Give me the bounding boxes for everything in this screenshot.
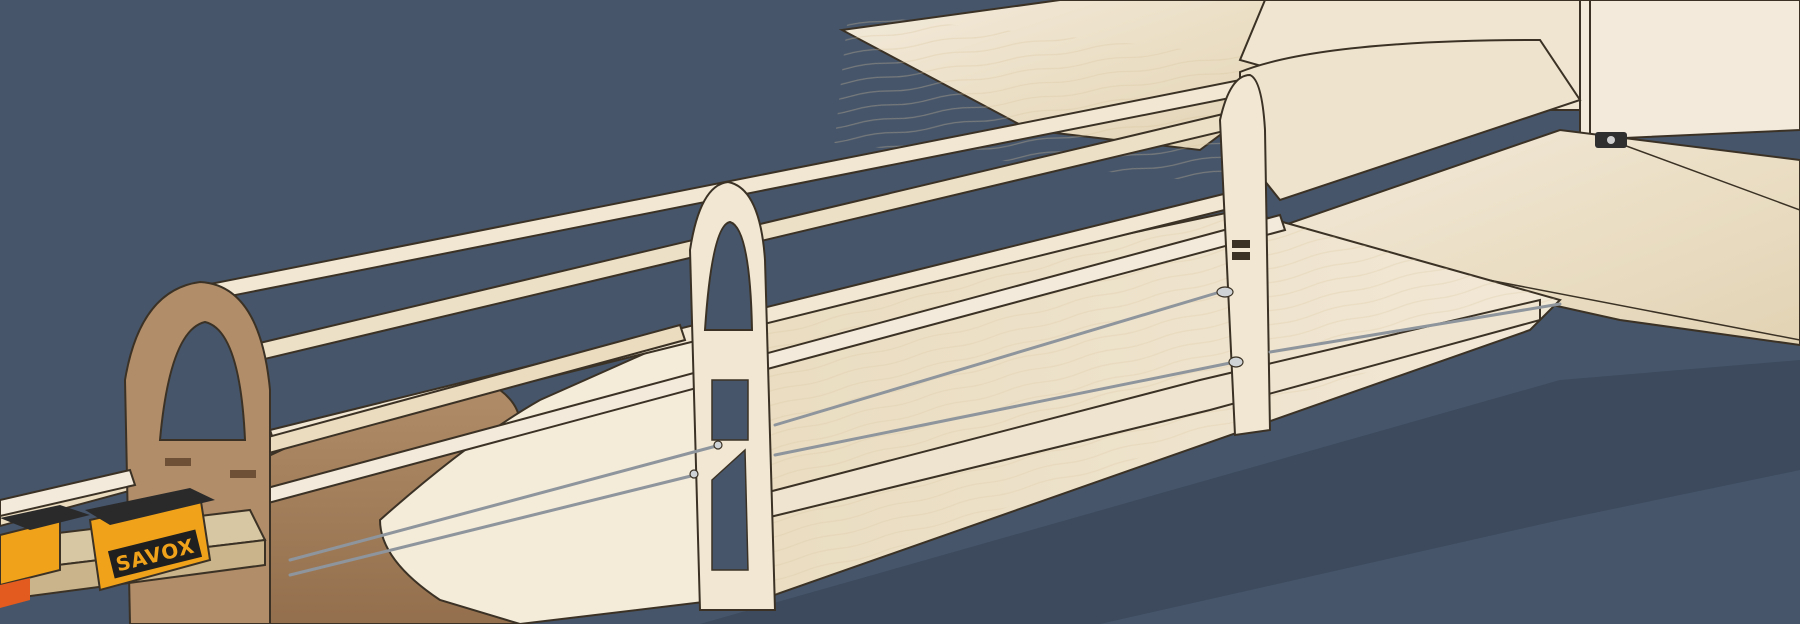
rudder-panel — [1579, 0, 1800, 142]
former-middle — [688, 180, 777, 611]
control-horn — [1595, 132, 1627, 148]
fuselage-render: SAVOX — [0, 0, 1800, 624]
cad-render-scene: SAVOX — [0, 0, 1800, 624]
